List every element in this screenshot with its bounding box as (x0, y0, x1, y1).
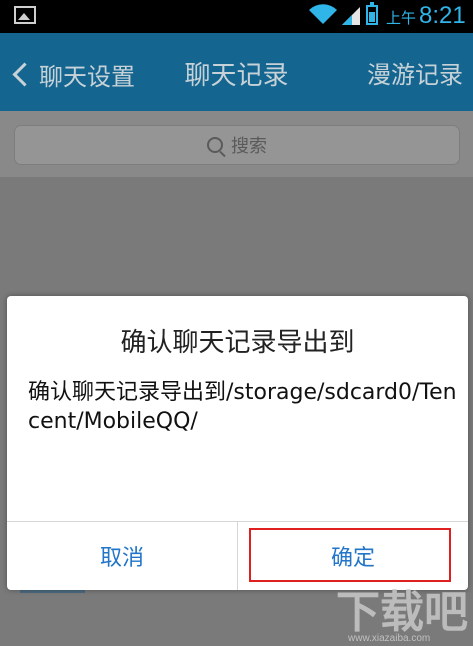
status-bar: 上午 8:21 (0, 0, 473, 33)
dialog-title: 确认聊天记录导出到 (120, 328, 355, 358)
status-time: 8:21 (419, 2, 466, 29)
highlight-box (249, 528, 451, 582)
header-bar: 聊天设置 聊天记录 漫游记录 (0, 33, 473, 111)
dialog-message: 确认聊天记录导出到/storage/sdcard0/Tencent/Mobile… (28, 380, 457, 434)
status-ampm: 上午 (386, 9, 417, 27)
search-area: 搜索 (0, 111, 473, 177)
battery-icon (366, 2, 378, 25)
watermark-url: www.xiazaiba.com (348, 633, 431, 644)
roaming-records-button[interactable]: 漫游记录 (367, 55, 463, 90)
svg-text:下载吧: 下载吧 (336, 587, 468, 635)
signal-icon (342, 7, 360, 25)
watermark-glyph: 下载吧 (336, 587, 468, 638)
cancel-button[interactable]: 取消 (7, 522, 237, 590)
image-notification-icon (14, 6, 36, 24)
search-input[interactable]: 搜索 (14, 125, 460, 165)
search-placeholder: 搜索 (231, 136, 267, 157)
search-icon (207, 137, 223, 153)
wifi-icon (309, 4, 337, 24)
confirm-dialog: 确认聊天记录导出到 确认聊天记录导出到/storage/sdcard0/Tenc… (7, 296, 468, 590)
watermark-logo: 下载吧 www.xiazaiba.com (330, 585, 473, 646)
